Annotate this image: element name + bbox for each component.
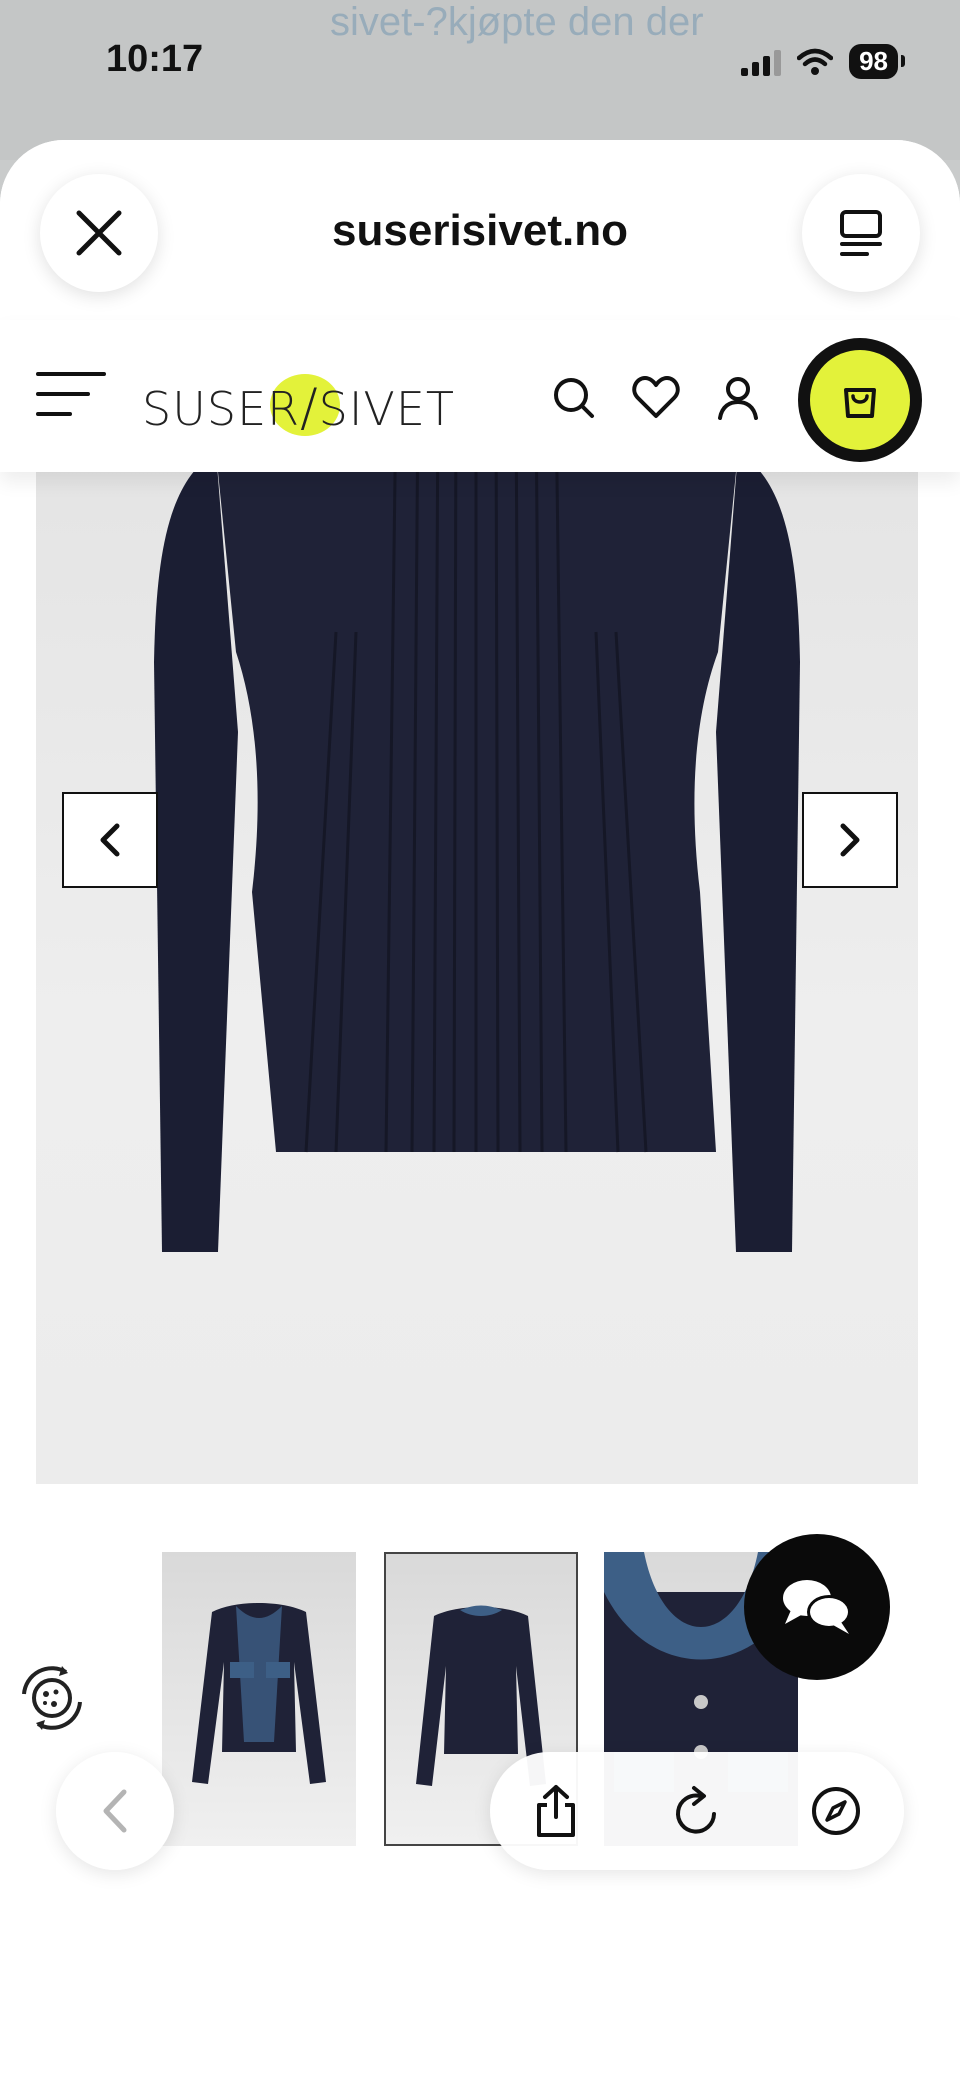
compass-button[interactable] (806, 1781, 866, 1841)
reload-icon (676, 1786, 716, 1834)
status-indicators: 98 (741, 44, 905, 79)
status-time: 10:17 (106, 38, 204, 80)
heart-icon[interactable] (630, 372, 682, 424)
chevron-left-icon (100, 823, 120, 857)
browser-header: suserisivet.no (0, 140, 960, 320)
hamburger-icon[interactable] (36, 372, 106, 418)
reload-button[interactable] (666, 1781, 726, 1841)
compass-icon (812, 1787, 860, 1835)
cookie-settings-icon (22, 1666, 82, 1730)
search-icon[interactable] (548, 372, 600, 424)
share-button[interactable] (526, 1781, 586, 1841)
cart-button[interactable] (798, 338, 922, 462)
chevron-left-icon (103, 1789, 127, 1833)
cellular-signal-icon (741, 48, 782, 76)
background-page-text: sivet-?kjøpte den der (330, 0, 704, 44)
site-logo[interactable]: SUSER/SIVET (142, 360, 454, 440)
site-header: SUSER/SIVET (0, 320, 960, 472)
shopping-bag-icon (844, 388, 876, 418)
product-image[interactable] (36, 332, 918, 1484)
tabs-button[interactable] (802, 174, 920, 292)
next-image-button[interactable] (802, 792, 898, 888)
browser-toolbar (490, 1752, 904, 1870)
share-icon (537, 1785, 575, 1837)
tabs-icon (840, 210, 882, 256)
sweater-back-image (154, 377, 800, 1252)
chevron-right-icon (840, 823, 860, 857)
thumbnail-image (192, 1603, 326, 1784)
battery-indicator: 98 (849, 44, 905, 79)
user-icon[interactable] (712, 372, 764, 424)
browser-back-button[interactable] (56, 1752, 174, 1870)
thumbnail-1[interactable] (162, 1552, 356, 1846)
chat-button[interactable] (744, 1534, 890, 1680)
chat-bubbles-icon (783, 1580, 851, 1634)
previous-image-button[interactable] (62, 792, 158, 888)
wifi-icon (797, 48, 834, 75)
logo-text: SUSER/SIVET (142, 378, 456, 438)
cookie-settings-button[interactable] (14, 1660, 90, 1736)
